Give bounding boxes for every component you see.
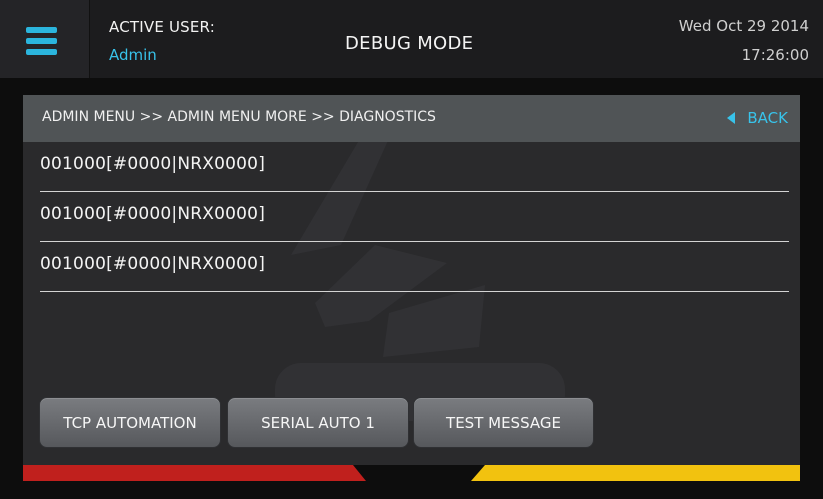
diagnostics-panel: ADMIN MENU >> ADMIN MENU MORE >> DIAGNOS… bbox=[23, 95, 800, 465]
top-header: ACTIVE USER: Admin DEBUG MODE Wed Oct 29… bbox=[0, 0, 823, 78]
time-display: 17:26:00 bbox=[741, 46, 809, 64]
date-display: Wed Oct 29 2014 bbox=[678, 17, 809, 35]
breadcrumb-bar: ADMIN MENU >> ADMIN MENU MORE >> DIAGNOS… bbox=[23, 95, 800, 142]
red-accent-stripe bbox=[23, 465, 366, 481]
list-item: 001000[#0000|NRX0000] bbox=[40, 142, 789, 192]
back-label: BACK bbox=[747, 109, 788, 127]
active-user-value: Admin bbox=[109, 46, 157, 64]
serial-auto-1-button[interactable]: SERIAL AUTO 1 bbox=[227, 397, 409, 448]
back-button[interactable]: BACK bbox=[727, 107, 788, 129]
breadcrumb: ADMIN MENU >> ADMIN MENU MORE >> DIAGNOS… bbox=[42, 109, 436, 125]
test-message-button[interactable]: TEST MESSAGE bbox=[413, 397, 594, 448]
active-user-label: ACTIVE USER: bbox=[109, 18, 215, 36]
mode-title: DEBUG MODE bbox=[345, 33, 474, 54]
list-item: 001000[#0000|NRX0000] bbox=[40, 242, 789, 292]
diagnostic-entry: 001000[#0000|NRX0000] bbox=[40, 254, 266, 274]
triangle-left-icon bbox=[727, 112, 736, 124]
diagnostic-entry: 001000[#0000|NRX0000] bbox=[40, 154, 266, 174]
diagnostic-entry: 001000[#0000|NRX0000] bbox=[40, 204, 266, 224]
hamburger-menu-button[interactable] bbox=[0, 0, 90, 78]
list-item: 001000[#0000|NRX0000] bbox=[40, 192, 789, 242]
yellow-accent-stripe bbox=[471, 465, 800, 481]
tcp-automation-button[interactable]: TCP AUTOMATION bbox=[39, 397, 221, 448]
